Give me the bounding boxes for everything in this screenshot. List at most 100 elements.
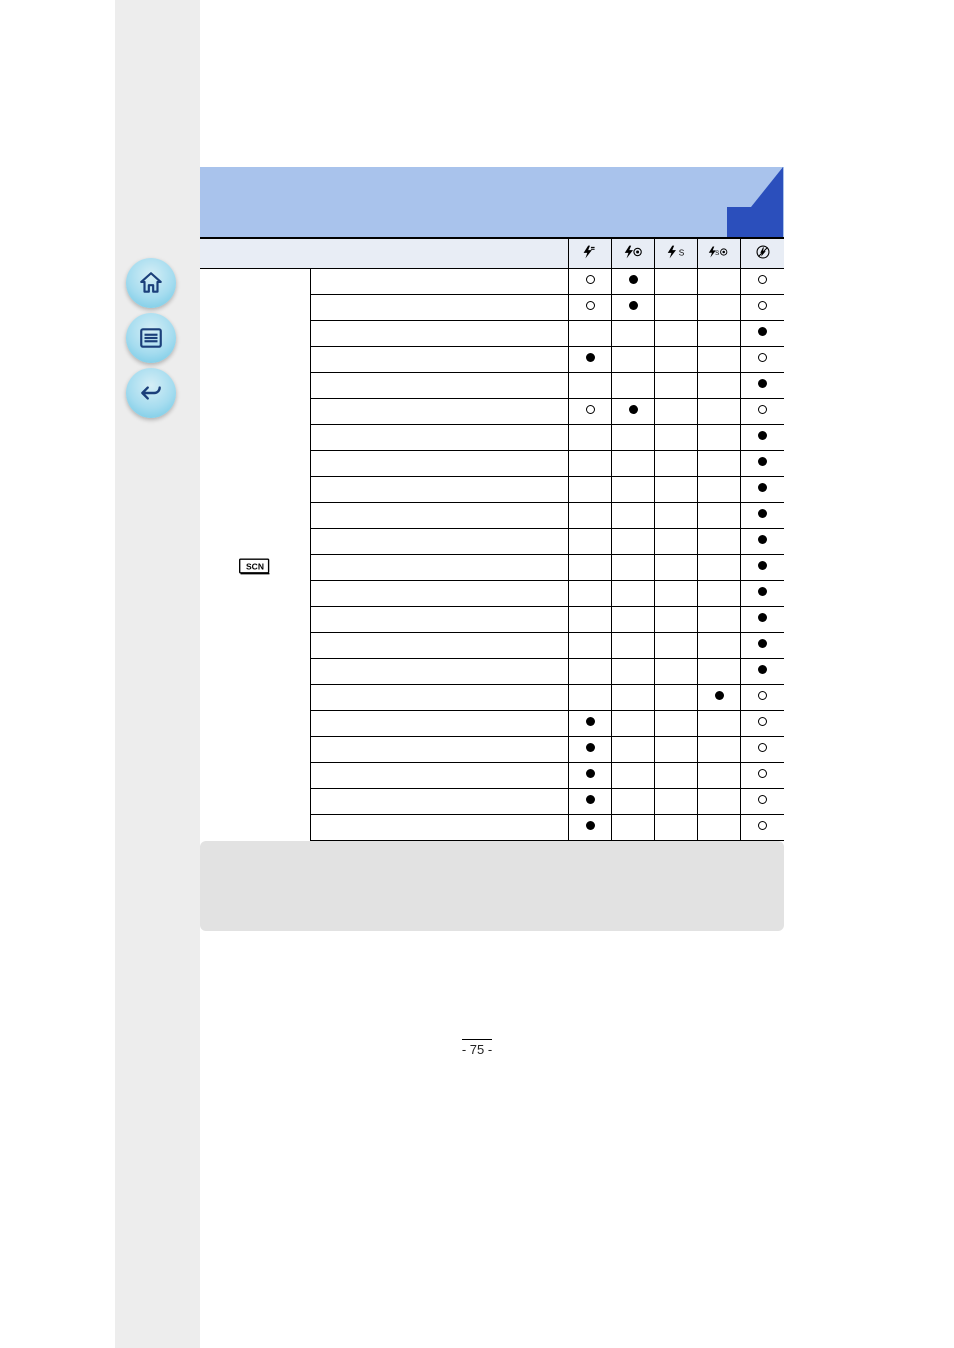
flash-cell [655, 788, 698, 814]
header-flash-auto-redeye [612, 238, 655, 268]
flash-cell [655, 398, 698, 424]
flash-cell [655, 346, 698, 372]
section-header [200, 167, 784, 237]
back-button[interactable] [126, 368, 176, 418]
svg-text:S: S [679, 248, 685, 257]
flash-cell [698, 762, 741, 788]
flash-cell [741, 424, 784, 450]
flash-cell [698, 346, 741, 372]
flash-cell [569, 424, 612, 450]
page-number: - 75 - [0, 1055, 954, 1057]
flash-cell [569, 528, 612, 554]
scene-cell [310, 294, 568, 320]
table-row: SCN [200, 268, 784, 294]
scene-cell [310, 632, 568, 658]
flash-cell [698, 554, 741, 580]
flash-cell [612, 294, 655, 320]
header-flash-slow-redeye: S [698, 238, 741, 268]
flash-cell [569, 320, 612, 346]
scene-cell [310, 658, 568, 684]
scene-cell [310, 788, 568, 814]
scene-cell [310, 346, 568, 372]
flash-cell [612, 476, 655, 502]
flash-cell [698, 710, 741, 736]
flash-cell [698, 528, 741, 554]
flash-cell [741, 814, 784, 840]
flash-cell [612, 398, 655, 424]
flash-cell [698, 580, 741, 606]
scene-cell [310, 424, 568, 450]
flash-cell [698, 398, 741, 424]
toc-icon [138, 325, 164, 351]
svg-text:SCN: SCN [246, 561, 264, 571]
flash-cell [612, 762, 655, 788]
flash-cell [741, 580, 784, 606]
flash-cell [612, 346, 655, 372]
home-button[interactable] [126, 258, 176, 308]
scene-cell [310, 502, 568, 528]
flash-cell [569, 762, 612, 788]
flash-cell [698, 736, 741, 762]
scene-cell [310, 476, 568, 502]
flash-cell [612, 658, 655, 684]
table-header-row: S S [200, 238, 784, 268]
scene-cell [310, 528, 568, 554]
flash-cell [655, 736, 698, 762]
flash-cell [569, 632, 612, 658]
flash-cell [655, 450, 698, 476]
header-mode [200, 238, 569, 268]
flash-cell [741, 736, 784, 762]
flash-cell [698, 658, 741, 684]
scene-cell [310, 710, 568, 736]
flash-cell [741, 268, 784, 294]
flash-cell [569, 606, 612, 632]
flash-cell [741, 346, 784, 372]
flash-cell [612, 580, 655, 606]
flash-cell [698, 502, 741, 528]
flash-cell [569, 294, 612, 320]
scene-cell [310, 268, 568, 294]
flash-cell [698, 268, 741, 294]
flash-cell [655, 320, 698, 346]
scene-cell [310, 580, 568, 606]
flash-cell [569, 502, 612, 528]
flash-cell [655, 372, 698, 398]
flash-cell [698, 814, 741, 840]
flash-cell [655, 554, 698, 580]
flash-cell [612, 788, 655, 814]
scene-cell [310, 450, 568, 476]
flash-cell [612, 320, 655, 346]
flash-cell [612, 710, 655, 736]
scene-cell [310, 762, 568, 788]
flash-cell [698, 476, 741, 502]
flash-cell [612, 606, 655, 632]
flash-cell [569, 346, 612, 372]
header-flash-auto [569, 238, 612, 268]
legend-box [200, 841, 784, 931]
flash-cell [612, 814, 655, 840]
flash-cell [569, 788, 612, 814]
header-flash-off [741, 238, 784, 268]
flash-cell [741, 450, 784, 476]
page-number-text: - 75 - [462, 1042, 492, 1057]
flash-cell [612, 372, 655, 398]
flash-cell [698, 320, 741, 346]
flash-cell [741, 658, 784, 684]
flash-cell [612, 502, 655, 528]
flash-cell [612, 424, 655, 450]
flash-cell [612, 528, 655, 554]
flash-cell [698, 632, 741, 658]
flash-cell [741, 554, 784, 580]
flash-cell [655, 684, 698, 710]
flash-cell [741, 762, 784, 788]
toc-button[interactable] [126, 313, 176, 363]
flash-cell [655, 268, 698, 294]
flash-cell [741, 606, 784, 632]
flash-cell [569, 268, 612, 294]
flash-cell [612, 554, 655, 580]
flash-cell [698, 788, 741, 814]
flash-cell [655, 580, 698, 606]
back-icon [138, 380, 164, 406]
flash-cell [655, 424, 698, 450]
scene-cell [310, 554, 568, 580]
